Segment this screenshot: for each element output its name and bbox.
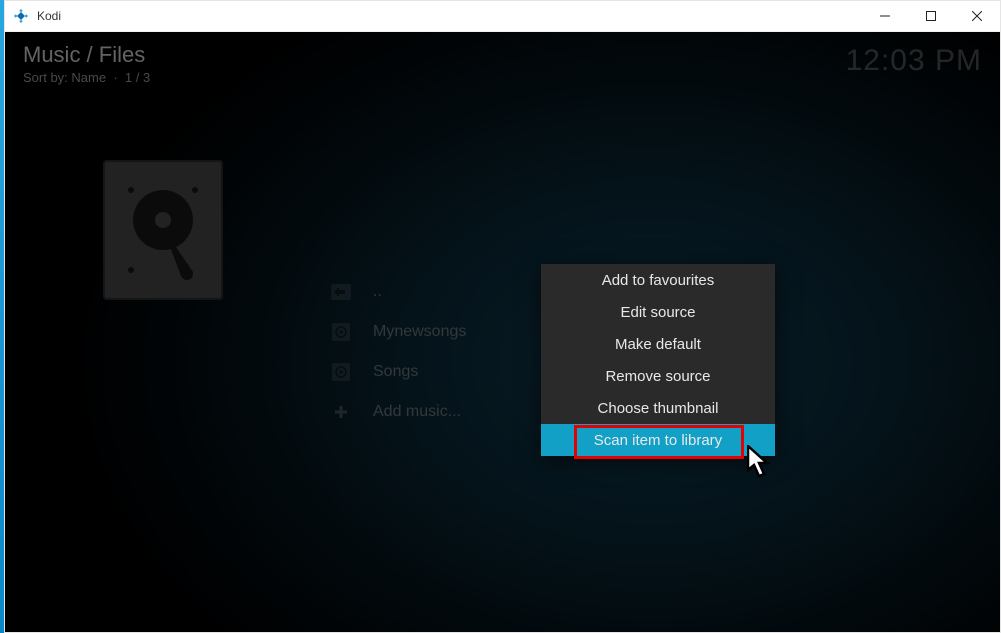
breadcrumb: Music / Files — [23, 42, 150, 68]
plus-icon — [331, 402, 351, 422]
ctx-add-to-favourites[interactable]: Add to favourites — [541, 264, 775, 296]
ctx-choose-thumbnail[interactable]: Choose thumbnail — [541, 392, 775, 424]
window-close-button[interactable] — [954, 1, 1000, 31]
sort-info: Sort by: Name · 1 / 3 — [23, 70, 150, 85]
file-label: Add music... — [373, 403, 461, 421]
page-header: Music / Files Sort by: Name · 1 / 3 — [23, 42, 150, 85]
list-position: 1 / 3 — [125, 70, 150, 85]
ctx-scan-to-library[interactable]: Scan item to library — [541, 424, 775, 456]
music-source-icon — [331, 362, 351, 382]
hard-disk-icon — [121, 180, 205, 280]
file-label: Mynewsongs — [373, 323, 466, 341]
title-bar: Kodi — [5, 1, 1000, 32]
context-menu: Add to favourites Edit source Make defau… — [541, 264, 775, 456]
sort-label[interactable]: Sort by: Name — [23, 70, 106, 85]
file-label: Songs — [373, 363, 418, 381]
ctx-make-default[interactable]: Make default — [541, 328, 775, 360]
kodi-app-body: Music / Files Sort by: Name · 1 / 3 12:0… — [5, 32, 1000, 632]
clock-label: 12:03 PM — [846, 44, 982, 78]
window-title: Kodi — [37, 9, 61, 23]
music-source-icon — [331, 322, 351, 342]
app-window: Kodi Music / Files Sort by: Name · 1 / 3… — [4, 0, 1001, 633]
kodi-logo-icon — [13, 8, 29, 24]
ctx-remove-source[interactable]: Remove source — [541, 360, 775, 392]
ctx-edit-source[interactable]: Edit source — [541, 296, 775, 328]
window-maximize-button[interactable] — [908, 1, 954, 31]
back-arrow-icon — [331, 282, 351, 302]
source-thumbnail — [103, 160, 223, 300]
file-label: .. — [373, 283, 382, 301]
window-minimize-button[interactable] — [862, 1, 908, 31]
